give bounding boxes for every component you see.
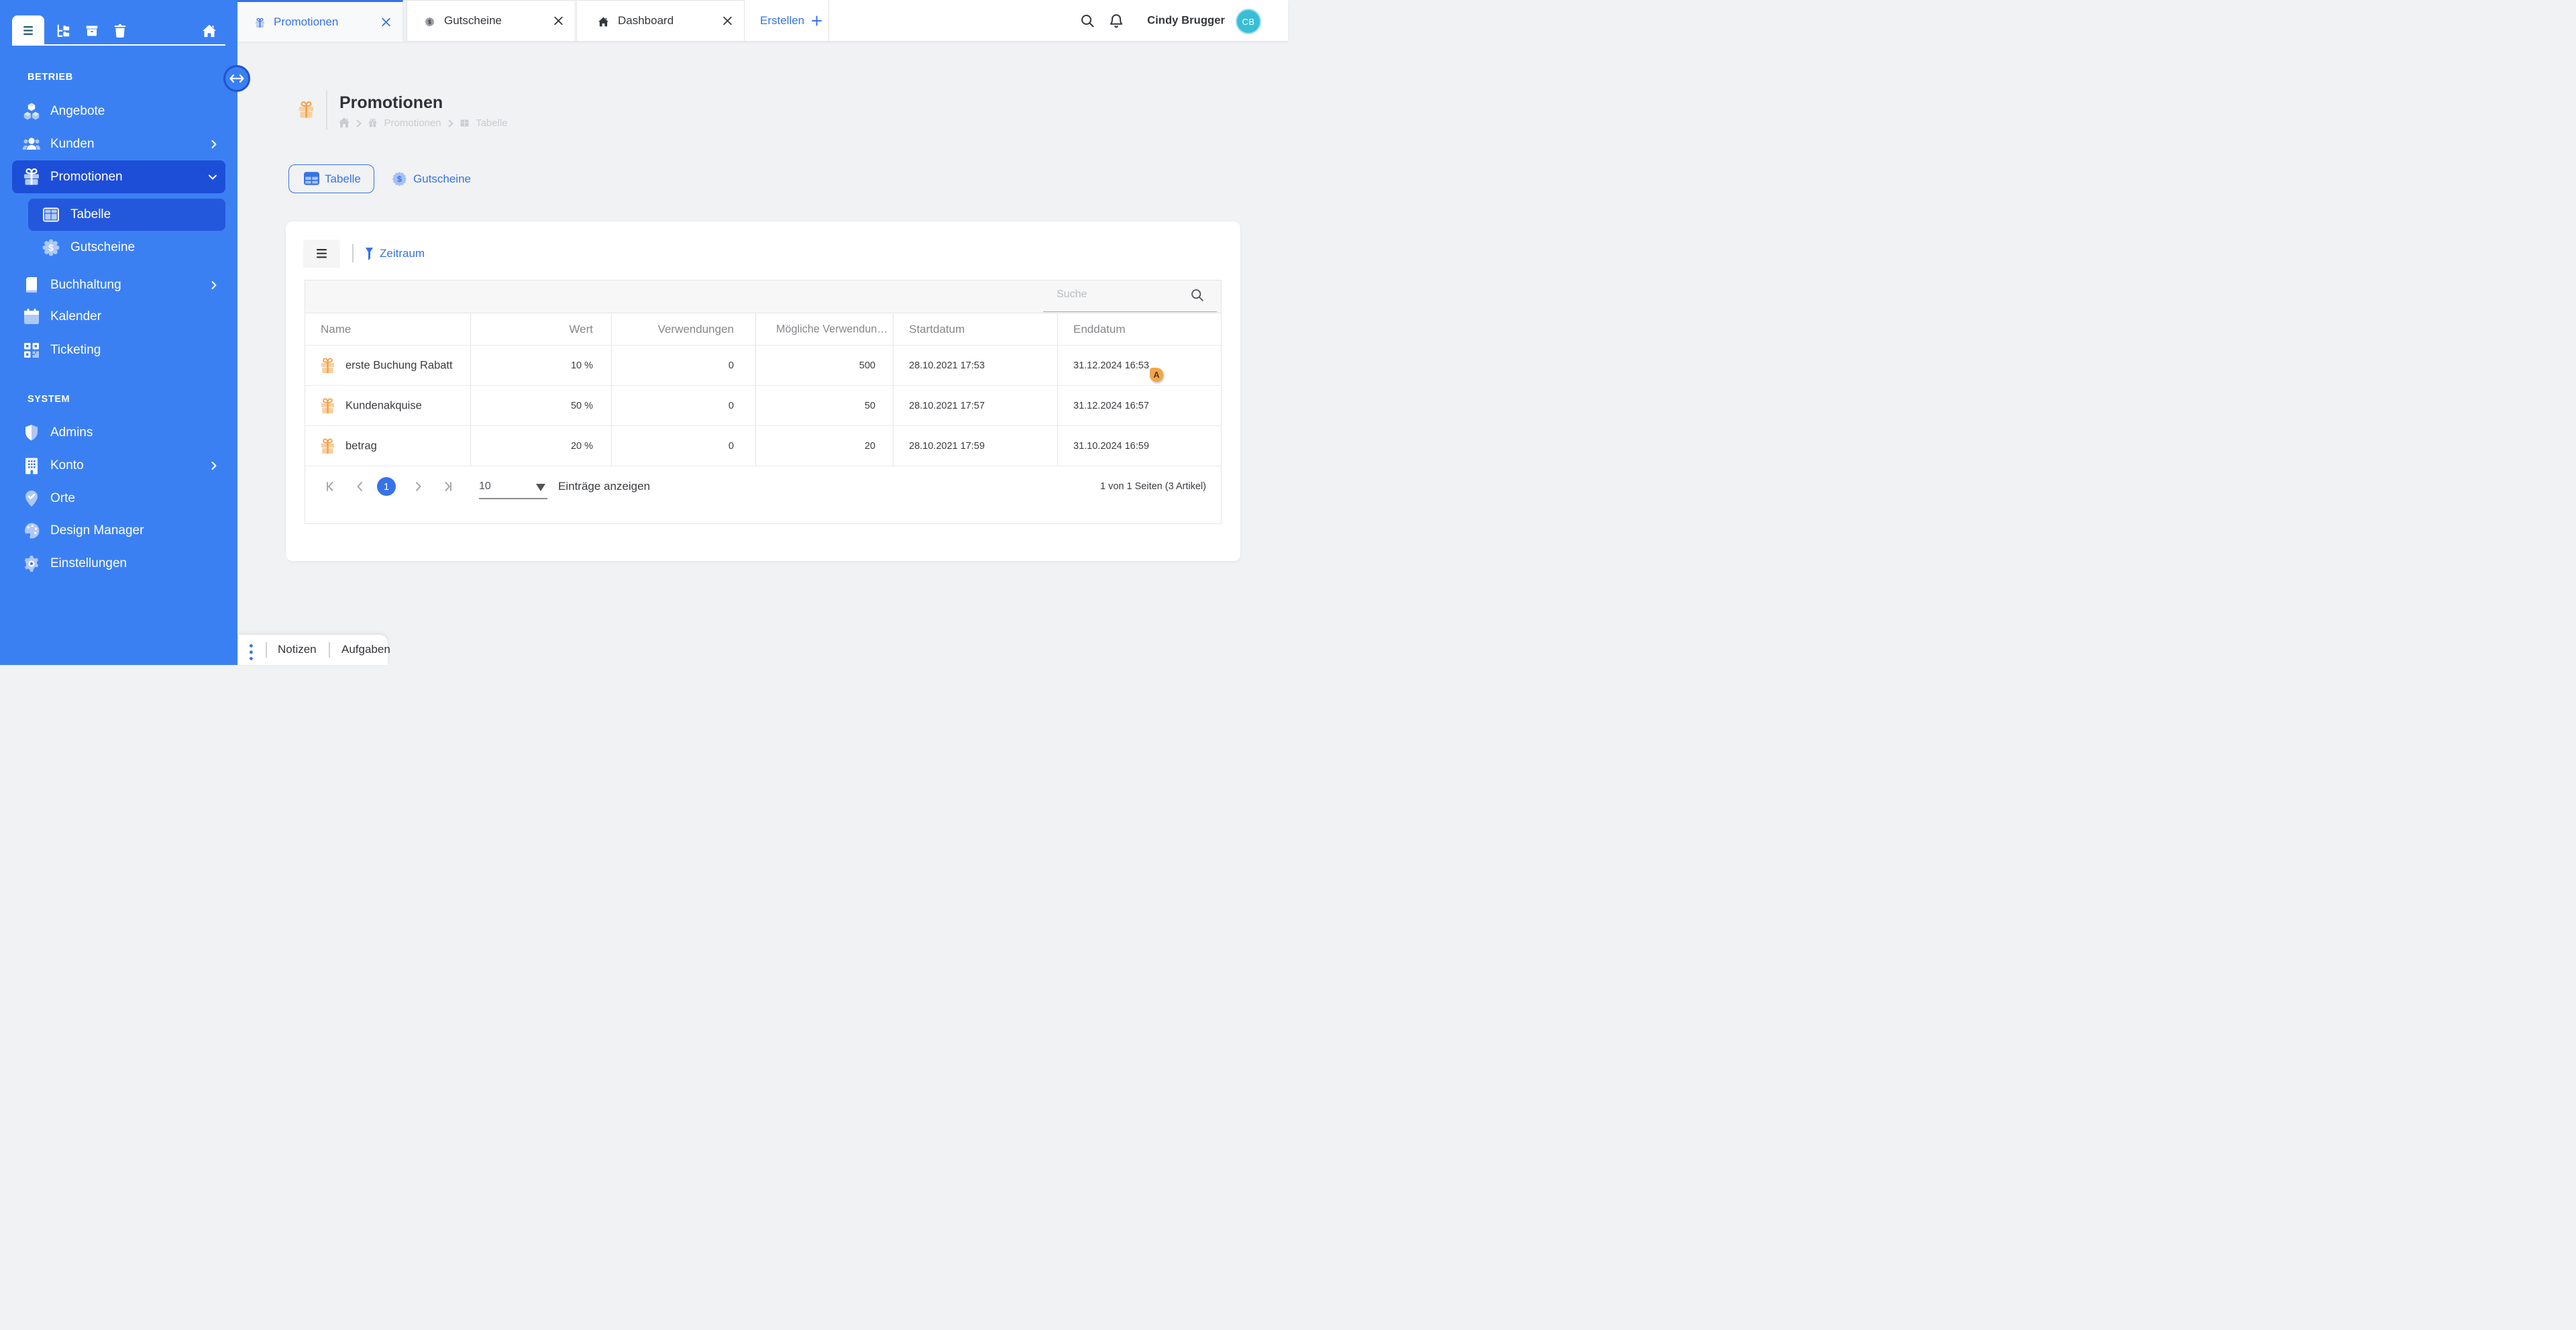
svg-text:$: $ [48, 243, 54, 253]
svg-text:$: $ [428, 19, 431, 25]
svg-text:$: $ [397, 174, 402, 184]
